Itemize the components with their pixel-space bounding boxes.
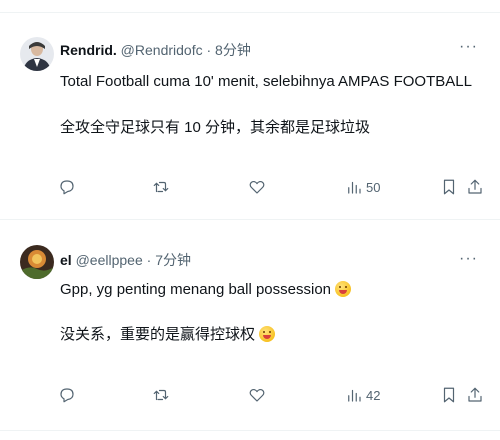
bookmark-icon xyxy=(443,387,455,403)
reply-button[interactable] xyxy=(58,383,76,407)
tweet-translation: 全攻全守足球只有 10 分钟，其余都是足球垃圾 xyxy=(60,119,371,136)
bookmark-icon xyxy=(443,179,455,195)
display-name[interactable]: Rendrid. xyxy=(60,42,117,58)
user-handle[interactable]: @eellppee xyxy=(76,252,143,268)
tweet-text-content: Gpp, yg penting menang ball possession xyxy=(60,281,332,298)
smiling-emoji-icon xyxy=(259,326,276,342)
tweet-translation: 没关系，重要的是赢得控球权 xyxy=(60,323,276,344)
tweet[interactable]: Rendrid. @Rendridofc · 8分钟 ··· Total Foo… xyxy=(0,13,500,220)
action-bar: 50 xyxy=(0,175,500,199)
separator-dot: · xyxy=(206,42,212,58)
like-icon xyxy=(249,388,265,402)
more-icon[interactable]: ··· xyxy=(459,38,478,56)
previous-tweet-edge xyxy=(0,0,500,13)
more-icon[interactable]: ··· xyxy=(459,250,478,268)
bookmark-button[interactable] xyxy=(440,175,458,199)
tweet[interactable]: el @eellppee · 7分钟 ··· Gpp, yg penting m… xyxy=(0,220,500,431)
reply-button[interactable] xyxy=(58,175,76,199)
tweet-text: Gpp, yg penting menang ball possession xyxy=(60,281,352,298)
share-button[interactable] xyxy=(466,175,484,199)
reply-icon xyxy=(60,180,74,195)
like-button[interactable] xyxy=(248,175,266,199)
tweet-text: Total Football cuma 10' menit, selebihny… xyxy=(60,73,472,90)
views-icon xyxy=(348,389,361,402)
avatar[interactable] xyxy=(20,37,54,71)
tweet-translation-content: 没关系，重要的是赢得控球权 xyxy=(60,326,256,343)
avatar[interactable] xyxy=(20,245,54,279)
action-bar: 42 xyxy=(0,383,500,407)
tweet-header: el @eellppee · 7分钟 xyxy=(60,250,191,270)
share-icon xyxy=(468,387,482,402)
retweet-button[interactable] xyxy=(152,175,170,199)
tweet-header: Rendrid. @Rendridofc · 8分钟 xyxy=(60,40,251,60)
retweet-icon xyxy=(153,389,169,401)
views-count: 50 xyxy=(366,179,381,195)
share-icon xyxy=(468,179,482,194)
separator-dot: · xyxy=(146,252,152,268)
views-icon xyxy=(348,181,361,194)
reply-icon xyxy=(60,388,74,403)
bookmark-button[interactable] xyxy=(440,383,458,407)
views-button[interactable]: 50 xyxy=(345,175,380,199)
views-button[interactable]: 42 xyxy=(345,383,380,407)
user-handle[interactable]: @Rendridofc xyxy=(121,42,203,58)
timestamp[interactable]: 7分钟 xyxy=(155,252,191,268)
smiling-emoji-icon xyxy=(335,281,352,297)
retweet-button[interactable] xyxy=(152,383,170,407)
timestamp[interactable]: 8分钟 xyxy=(215,42,251,58)
share-button[interactable] xyxy=(466,383,484,407)
retweet-icon xyxy=(153,181,169,193)
like-icon xyxy=(249,180,265,194)
display-name[interactable]: el xyxy=(60,252,72,268)
like-button[interactable] xyxy=(248,383,266,407)
views-count: 42 xyxy=(366,387,381,403)
